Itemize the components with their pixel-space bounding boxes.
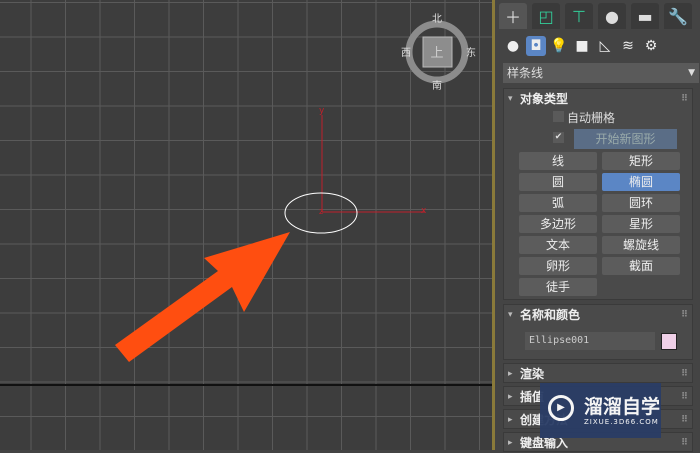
viewcube-top-label: 上 [430, 46, 443, 61]
auto-grid-label: 自动栅格 [567, 111, 616, 125]
motion-tab[interactable]: ● [598, 3, 626, 29]
hierarchy-tab[interactable]: ⊤ [565, 3, 593, 29]
shapes-icon[interactable]: ◘ [526, 36, 546, 56]
shape-button[interactable]: 多边形 [519, 215, 597, 233]
category-dropdown[interactable]: 样条线 ▼ [503, 63, 699, 83]
systems-icon[interactable]: ⚙ [641, 36, 661, 56]
shape-button[interactable]: 截面 [602, 257, 680, 275]
object-color-swatch[interactable] [661, 333, 677, 350]
chevron-down-icon: ▼ [688, 68, 695, 78]
compass-south: 南 [432, 79, 442, 92]
compass-north: 北 [432, 13, 442, 25]
modify-tab[interactable]: ◰ [532, 3, 560, 29]
compass-east: 东 [466, 46, 476, 59]
shape-button[interactable]: 文本 [519, 236, 597, 254]
play-logo-icon: ▶ [548, 395, 574, 421]
compass-west: 西 [401, 48, 411, 59]
space-warps-icon[interactable]: ≋ [618, 36, 638, 56]
shape-button[interactable]: 线 [519, 152, 597, 170]
object-name-input[interactable]: Ellipse001 [525, 332, 655, 350]
shape-button[interactable]: 圆环 [602, 194, 680, 212]
shape-button[interactable]: 星形 [602, 215, 680, 233]
pointer-arrow [115, 232, 290, 362]
shape-button[interactable]: 矩形 [602, 152, 680, 170]
transform-gizmo[interactable]: y x z [319, 106, 427, 216]
name-color-rollout: 名称和颜色 Ellipse001 [503, 304, 693, 360]
lights-icon[interactable]: 💡 [549, 36, 569, 56]
axis-y-label: y [319, 106, 325, 116]
auto-grid-checkbox[interactable] [553, 111, 564, 122]
shape-button[interactable]: 圆 [519, 173, 597, 191]
shape-button[interactable]: 弧 [519, 194, 597, 212]
shape-button[interactable]: 徒手 [519, 278, 597, 296]
axis-z-label: z [319, 207, 323, 216]
start-new-shape-checkbox[interactable]: ✔ [553, 132, 564, 143]
dropdown-value: 样条线 [507, 66, 544, 80]
axis-x-label: x [421, 206, 427, 216]
start-new-shape-button[interactable]: 开始新图形 [574, 129, 677, 149]
viewcube[interactable]: 上 北 南 西 东 [401, 13, 476, 92]
watermark: ▶ 溜溜自学 ZIXUE.3D66.COM [540, 383, 661, 438]
display-tab[interactable]: ▬ [631, 3, 659, 29]
rollout-header[interactable]: 名称和颜色 [504, 305, 692, 325]
cameras-icon[interactable]: ■ [572, 36, 592, 56]
helpers-icon[interactable]: ◺ [595, 36, 615, 56]
geometry-icon[interactable]: ● [503, 36, 523, 56]
create-tab[interactable]: ＋ [499, 3, 527, 29]
shape-button[interactable]: 螺旋线 [602, 236, 680, 254]
watermark-url: ZIXUE.3D66.COM [584, 418, 659, 426]
shape-button[interactable]: 椭圆 [602, 173, 680, 191]
watermark-title: 溜溜自学 [584, 396, 661, 418]
viewport-overlay: 上 北 南 西 东 y x z [115, 13, 476, 362]
render-rollout[interactable]: 渲染 [504, 364, 692, 384]
utilities-tab[interactable]: 🔧 [664, 3, 692, 29]
rollout-header[interactable]: 对象类型 [504, 89, 692, 109]
shape-button[interactable]: 卵形 [519, 257, 597, 275]
